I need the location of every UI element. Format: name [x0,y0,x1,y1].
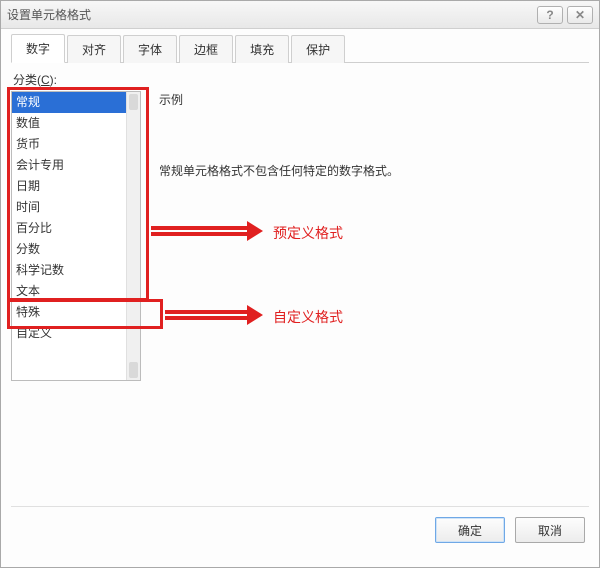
scrollbar[interactable] [126,92,140,380]
annotation-arrow-custom [165,303,261,327]
help-icon: ? [546,8,553,22]
list-item[interactable]: 分数 [12,239,140,260]
tab-number[interactable]: 数字 [11,34,65,63]
tab-bar: 数字 对齐 字体 边框 填充 保护 [11,35,589,63]
category-listbox[interactable]: 常规 数值 货币 会计专用 日期 时间 百分比 分数 科学记数 文本 特殊 自定… [11,91,141,381]
list-item[interactable]: 百分比 [12,218,140,239]
format-description: 常规单元格格式不包含任何特定的数字格式。 [159,162,585,179]
tab-protection[interactable]: 保护 [291,35,345,63]
window-title: 设置单元格格式 [7,6,533,23]
help-button[interactable]: ? [537,6,563,24]
tab-fill[interactable]: 填充 [235,35,289,63]
annotation-label-custom: 自定义格式 [273,307,343,327]
list-item[interactable]: 文本 [12,281,140,302]
list-item[interactable]: 自定义 [12,323,140,344]
tab-alignment[interactable]: 对齐 [67,35,121,63]
scrollbar-up-icon [129,94,138,110]
titlebar: 设置单元格格式 ? ✕ [1,1,599,29]
list-item[interactable]: 数值 [12,113,140,134]
list-item[interactable]: 时间 [12,197,140,218]
tab-border[interactable]: 边框 [179,35,233,63]
sample-box [159,112,585,144]
list-item[interactable]: 货币 [12,134,140,155]
scrollbar-down-icon [129,362,138,378]
close-icon: ✕ [575,8,585,22]
annotation-arrow-predefined [151,219,261,243]
separator [11,506,589,507]
close-button[interactable]: ✕ [567,6,593,24]
list-item[interactable]: 特殊 [12,302,140,323]
tab-body-number: 分类(C): 常规 数值 货币 会计专用 日期 时间 百分比 分数 科学记数 文… [11,71,589,501]
dialog-footer: 确定 取消 [435,517,585,543]
list-item[interactable]: 常规 [12,92,140,113]
right-panel: 示例 常规单元格格式不包含任何特定的数字格式。 [159,91,585,179]
dialog-content: 数字 对齐 字体 边框 填充 保护 分类(C): 常规 数值 货币 会计专用 日… [1,29,599,567]
category-label: 分类(C): [13,71,589,88]
list-item[interactable]: 会计专用 [12,155,140,176]
sample-label: 示例 [159,91,585,108]
format-cells-dialog: 设置单元格格式 ? ✕ 数字 对齐 字体 边框 填充 保护 分类(C): 常规 … [0,0,600,568]
annotation-label-predefined: 预定义格式 [273,223,343,243]
list-item[interactable]: 科学记数 [12,260,140,281]
list-item[interactable]: 日期 [12,176,140,197]
ok-button[interactable]: 确定 [435,517,505,543]
cancel-button[interactable]: 取消 [515,517,585,543]
tab-font[interactable]: 字体 [123,35,177,63]
